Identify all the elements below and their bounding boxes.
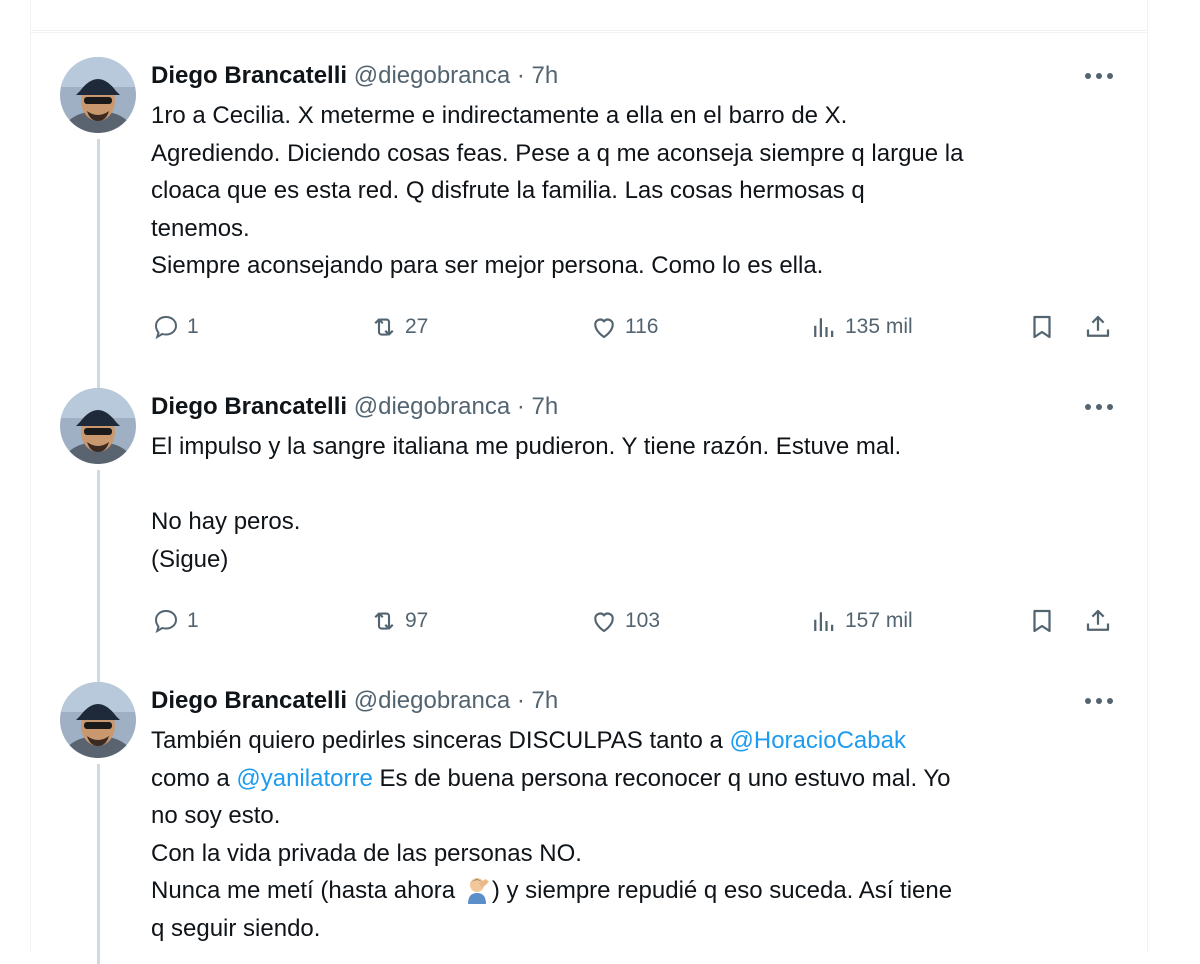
tweet-time[interactable]: 7h	[532, 687, 559, 714]
tweet-thread: Diego Brancatelli @diegobranca · 7h 1ro …	[30, 32, 1148, 964]
repost-icon	[374, 612, 394, 630]
repost-button[interactable]: 27	[369, 310, 428, 344]
views-button[interactable]: 135 mil	[809, 310, 913, 344]
tweet-header: Diego Brancatelli @diegobranca · 7h	[151, 684, 558, 718]
repost-icon	[374, 318, 394, 336]
share-icon	[1086, 315, 1110, 337]
bookmark-button[interactable]	[1027, 310, 1057, 344]
mention-link[interactable]: @HoracioCabak	[730, 727, 906, 754]
like-count: 103	[625, 609, 661, 632]
facepalm-emoji	[467, 878, 489, 904]
share-icon	[1086, 609, 1110, 631]
tweet-line: 1ro a Cecilia. X meterme e indirectament…	[151, 102, 848, 129]
more-icon[interactable]	[1081, 684, 1117, 718]
like-button[interactable]: 103	[589, 604, 660, 638]
separator: ·	[516, 687, 525, 714]
tweet-line: como a @yanilatorre Es de buena persona …	[151, 760, 1121, 798]
repost-button[interactable]: 97	[369, 604, 428, 638]
tweet-line: cloaca que es esta red. Q disfrute la fa…	[151, 177, 865, 204]
reply-icon	[154, 609, 178, 634]
tweet-line: No hay peros.	[151, 508, 301, 535]
views-count: 157 mil	[845, 609, 913, 632]
tweet-header: Diego Brancatelli @diegobranca · 7h	[151, 390, 558, 424]
like-icon	[594, 318, 614, 339]
avatar[interactable]	[60, 682, 136, 758]
bookmark-icon	[1033, 609, 1051, 633]
text-segment: También quiero pedirles sinceras DISCULP…	[151, 727, 730, 754]
thread-connector	[97, 764, 100, 964]
bookmark-button[interactable]	[1027, 604, 1057, 638]
text-segment: como a	[151, 764, 237, 792]
repost-count: 97	[405, 609, 429, 632]
separator: ·	[516, 62, 525, 89]
avatar[interactable]	[60, 388, 136, 464]
tweet-time[interactable]: 7h	[532, 62, 559, 89]
separator: ·	[516, 393, 525, 420]
tweet-time[interactable]: 7h	[532, 393, 559, 420]
avatar[interactable]	[60, 57, 136, 133]
more-icon[interactable]	[1081, 390, 1117, 424]
views-icon	[814, 612, 834, 631]
tweet-header: Diego Brancatelli @diegobranca · 7h	[151, 59, 558, 93]
tweet-line: También quiero pedirles sinceras DISCULP…	[151, 722, 1121, 760]
text-segment: Es de buena persona reconocer q uno estu…	[372, 764, 951, 792]
share-button[interactable]	[1083, 604, 1113, 638]
author-name[interactable]: Diego Brancatelli	[151, 62, 347, 89]
reply-count: 1	[187, 315, 199, 338]
views-button[interactable]: 157 mil	[809, 604, 913, 638]
author-handle[interactable]: @diegobranca	[354, 62, 510, 89]
tweet-line: Agrediendo. Diciendo cosas feas. Pese a …	[151, 139, 964, 167]
views-count: 135 mil	[845, 315, 913, 338]
tweet-line	[151, 466, 1121, 504]
views-icon	[814, 318, 834, 337]
like-count: 116	[625, 315, 659, 338]
tweet-text: El impulso y la sangre italiana me pudie…	[151, 428, 1121, 578]
share-button[interactable]	[1083, 310, 1113, 344]
tweet-actions: 1 27 116 135 mil	[151, 310, 1121, 344]
tweet-text: 1ro a Cecilia. X meterme e indirectament…	[151, 97, 1121, 285]
author-handle[interactable]: @diegobranca	[354, 393, 510, 420]
like-button[interactable]: 116	[589, 310, 658, 344]
previous-tweet-card	[30, 0, 1148, 31]
tweet-line: Nunca me metí (hasta ahora ) y siempre r…	[151, 872, 1121, 910]
like-icon	[594, 612, 614, 633]
reply-button[interactable]: 1	[151, 310, 199, 344]
tweet-line: no soy esto.	[151, 802, 281, 829]
repost-count: 27	[405, 315, 429, 338]
text-segment: Nunca me metí (hasta ahora	[151, 877, 462, 904]
tweet-text: También quiero pedirles sinceras DISCULP…	[151, 722, 1121, 947]
tweet-actions: 1 97 103 157 mil	[151, 604, 1121, 638]
tweet-line: El impulso y la sangre italiana me pudie…	[151, 433, 902, 460]
tweet-line: tenemos.	[151, 214, 250, 242]
tweet-line: (Sigue)	[151, 545, 229, 573]
thread-connector	[97, 139, 100, 395]
author-name[interactable]: Diego Brancatelli	[151, 393, 347, 420]
reply-count: 1	[187, 609, 199, 632]
thread-connector	[97, 470, 100, 688]
text-segment: ) y siempre repudié q eso suceda. Así ti…	[491, 877, 953, 904]
more-icon[interactable]	[1081, 59, 1117, 93]
tweet-line: Con la vida privada de las personas NO.	[151, 839, 582, 867]
tweet-line: q seguir siendo.	[151, 914, 321, 942]
mention-link[interactable]: @yanilatorre	[236, 765, 372, 792]
reply-icon	[154, 315, 178, 340]
author-handle[interactable]: @diegobranca	[354, 687, 510, 714]
bookmark-icon	[1033, 315, 1051, 339]
author-name[interactable]: Diego Brancatelli	[151, 687, 347, 714]
reply-button[interactable]: 1	[151, 604, 199, 638]
tweet-line: Siempre aconsejando para ser mejor perso…	[151, 252, 824, 279]
